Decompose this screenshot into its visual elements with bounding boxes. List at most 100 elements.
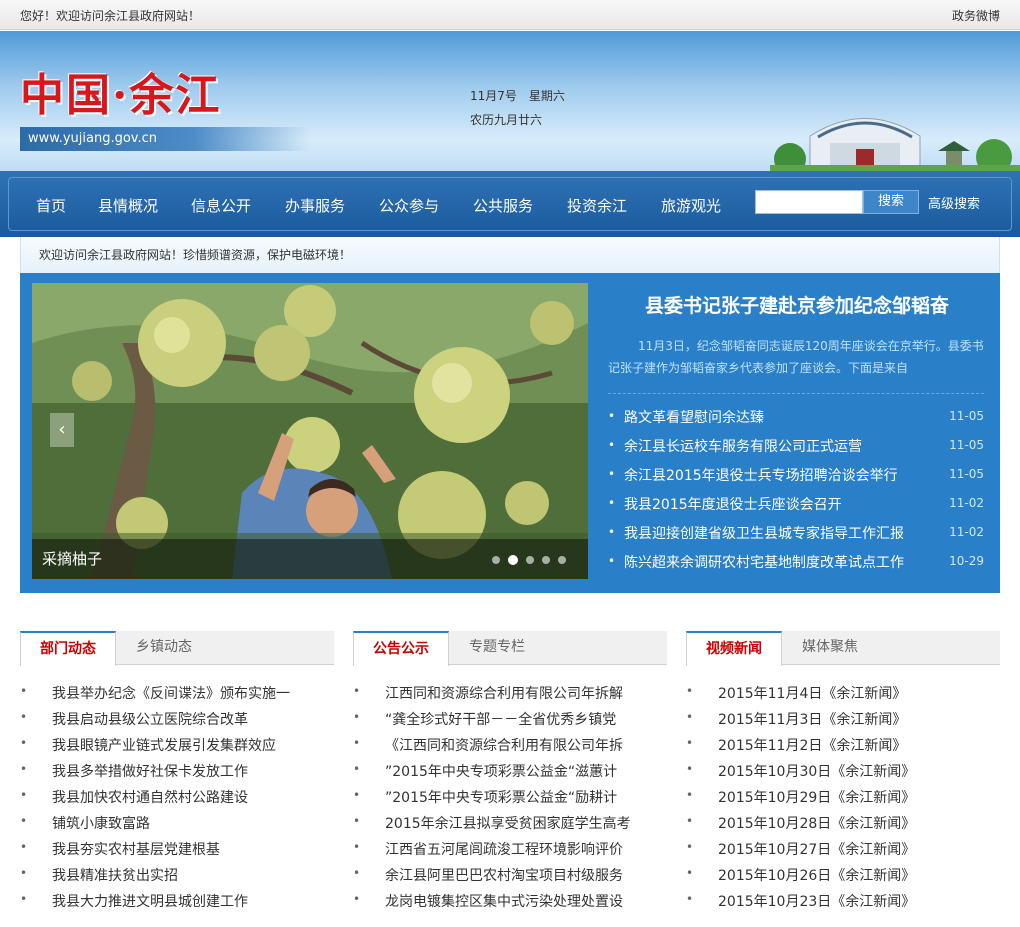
- list-item[interactable]: • ”2015年中央专项彩票公益金“滋蕙计: [353, 757, 667, 783]
- news-title[interactable]: 我县2015年度退役士兵座谈会召开: [624, 494, 842, 514]
- nav-item-home[interactable]: 首页: [36, 195, 66, 216]
- news-title[interactable]: 余江县长运校车服务有限公司正式运营: [624, 436, 862, 456]
- list-item-title[interactable]: 2015年11月3日《余江新闻》: [718, 709, 1000, 729]
- list-item-title[interactable]: 2015年10月26日《余江新闻》: [718, 865, 1000, 885]
- bullet-icon: •: [20, 840, 28, 854]
- welcome-text: 您好！欢迎访问余江县政府网站！: [20, 9, 201, 23]
- list-item-title[interactable]: 余江县阿里巴巴农村淘宝项目村级服务: [385, 865, 667, 885]
- list-item-title[interactable]: 我县夯实农村基层党建根基: [52, 839, 334, 859]
- list-item-title[interactable]: 2015年10月23日《余江新闻》: [718, 891, 1000, 911]
- list-item[interactable]: • 江西同和资源综合利用有限公司年拆解: [353, 679, 667, 705]
- list-item-title[interactable]: 我县举办纪念《反间谍法》颁布实施一: [52, 683, 334, 703]
- list-item-title[interactable]: 龙岗电镀集控区集中式污染处理处置设: [385, 891, 667, 911]
- list-item[interactable]: • “龚全珍式好干部－－全省优秀乡镇党: [353, 705, 667, 731]
- list-item-title[interactable]: ”2015年中央专项彩票公益金“励耕计: [385, 787, 667, 807]
- list-item-title[interactable]: 江西同和资源综合利用有限公司年拆解: [385, 683, 667, 703]
- list-item[interactable]: • 我县举办纪念《反间谍法》颁布实施一: [20, 679, 334, 705]
- list-item-title[interactable]: 2015年10月28日《余江新闻》: [718, 813, 1000, 833]
- slide-dot[interactable]: [542, 556, 550, 564]
- list-item[interactable]: • 我县精准扶贫出实招: [20, 861, 334, 887]
- list-item[interactable]: • 我县加快农村通自然村公路建设: [20, 783, 334, 809]
- list-item[interactable]: • 2015年11月2日《余江新闻》: [686, 731, 1000, 757]
- news-list-item[interactable]: • 余江县长运校车服务有限公司正式运营 11-05: [608, 432, 984, 461]
- list-item-title[interactable]: 2015年10月29日《余江新闻》: [718, 787, 1000, 807]
- list-item[interactable]: • ”2015年中央专项彩票公益金“励耕计: [353, 783, 667, 809]
- weibo-link[interactable]: 政务微博: [952, 7, 1000, 24]
- list-item[interactable]: • 我县多举措做好社保卡发放工作: [20, 757, 334, 783]
- list-item-title[interactable]: 我县启动县级公立医院综合改革: [52, 709, 334, 729]
- search-button[interactable]: 搜索: [863, 190, 919, 214]
- list-item-title[interactable]: 《江西同和资源综合利用有限公司年拆: [385, 735, 667, 755]
- column-announcements: 公告公示 专题专栏 • 江西同和资源综合利用有限公司年拆解 • “龚全珍式好干部－－全…: [353, 631, 667, 921]
- tab-township-news[interactable]: 乡镇动态: [116, 631, 212, 665]
- list-item[interactable]: • 我县眼镜产业链式发展引发集群效应: [20, 731, 334, 757]
- nav-item-participation[interactable]: 公众参与: [379, 195, 439, 216]
- tab-media-focus[interactable]: 媒体聚焦: [782, 631, 878, 665]
- list-item[interactable]: • 江西省五河尾闾疏浚工程环境影响评价: [353, 835, 667, 861]
- tab-announcements[interactable]: 公告公示: [353, 631, 449, 666]
- list-item-title[interactable]: ”2015年中央专项彩票公益金“滋蕙计: [385, 761, 667, 781]
- list-item[interactable]: • 我县启动县级公立医院综合改革: [20, 705, 334, 731]
- list-item-title[interactable]: 2015年余江县拟享受贫困家庭学生高考: [385, 813, 667, 833]
- nav-item-public-services[interactable]: 公共服务: [473, 195, 533, 216]
- news-list-item[interactable]: • 余江县2015年退役士兵专场招聘洽谈会举行 11-05: [608, 461, 984, 490]
- list-item-title[interactable]: 我县眼镜产业链式发展引发集群效应: [52, 735, 334, 755]
- bullet-icon: •: [353, 840, 361, 854]
- slide-dot[interactable]: [508, 555, 518, 565]
- advanced-search-link[interactable]: 高级搜索: [928, 193, 980, 212]
- list-item-title[interactable]: 江西省五河尾闾疏浚工程环境影响评价: [385, 839, 667, 859]
- list-item[interactable]: • 余江县阿里巴巴农村淘宝项目村级服务: [353, 861, 667, 887]
- list-item-title[interactable]: 2015年11月2日《余江新闻》: [718, 735, 1000, 755]
- list-item-title[interactable]: 2015年11月4日《余江新闻》: [718, 683, 1000, 703]
- news-list-item[interactable]: • 我县迎接创建省级卫生县城专家指导工作汇报 11-02: [608, 519, 984, 548]
- list-item[interactable]: • 2015年10月30日《余江新闻》: [686, 757, 1000, 783]
- list-item[interactable]: • 2015年11月3日《余江新闻》: [686, 705, 1000, 731]
- list-item[interactable]: • 我县夯实农村基层党建根基: [20, 835, 334, 861]
- bullet-icon: •: [353, 892, 361, 906]
- nav-item-tourism[interactable]: 旅游观光: [661, 195, 721, 216]
- list-item-title[interactable]: 2015年10月27日《余江新闻》: [718, 839, 1000, 859]
- nav-item-invest[interactable]: 投资余江: [567, 195, 627, 216]
- list-item[interactable]: • 我县大力推进文明县城创建工作: [20, 887, 334, 913]
- list-item[interactable]: • 龙岗电镀集控区集中式污染处理处置设: [353, 887, 667, 913]
- news-title[interactable]: 陈兴超来余调研农村宅基地制度改革试点工作: [624, 552, 904, 572]
- news-list-item[interactable]: • 路文革看望慰问余达臻 11-05: [608, 403, 984, 432]
- news-list-item[interactable]: • 陈兴超来余调研农村宅基地制度改革试点工作 10-29: [608, 548, 984, 577]
- slide-dot[interactable]: [558, 556, 566, 564]
- news-list-item[interactable]: • 我县2015年度退役士兵座谈会召开 11-02: [608, 490, 984, 519]
- featured-headline[interactable]: 县委书记张子建赴京参加纪念邹韬奋: [622, 291, 972, 318]
- list-item-title[interactable]: 铺筑小康致富路: [52, 813, 334, 833]
- search-input[interactable]: [755, 190, 863, 214]
- bullet-icon: •: [686, 762, 694, 776]
- site-logo[interactable]: 中国·余江: [20, 59, 221, 123]
- slide-dot[interactable]: [492, 556, 500, 564]
- list-item-title[interactable]: 我县精准扶贫出实招: [52, 865, 334, 885]
- list-item[interactable]: • 《江西同和资源综合利用有限公司年拆: [353, 731, 667, 757]
- list-item[interactable]: • 2015年10月23日《余江新闻》: [686, 887, 1000, 913]
- chevron-left-icon[interactable]: ‹: [50, 413, 74, 447]
- bullet-icon: •: [353, 866, 361, 880]
- nav-item-services[interactable]: 办事服务: [285, 195, 345, 216]
- list-item[interactable]: • 铺筑小康致富路: [20, 809, 334, 835]
- list-item-title[interactable]: 我县大力推进文明县城创建工作: [52, 891, 334, 911]
- tab-department-news[interactable]: 部门动态: [20, 631, 116, 666]
- nav-item-overview[interactable]: 县情概况: [98, 195, 158, 216]
- news-title[interactable]: 余江县2015年退役士兵专场招聘洽谈会举行: [624, 465, 898, 485]
- list-item[interactable]: • 2015年11月4日《余江新闻》: [686, 679, 1000, 705]
- featured-slide[interactable]: 采摘柚子 ‹: [32, 283, 588, 579]
- list-item[interactable]: • 2015年10月29日《余江新闻》: [686, 783, 1000, 809]
- list-item-title[interactable]: 我县加快农村通自然村公路建设: [52, 787, 334, 807]
- list-item[interactable]: • 2015年余江县拟享受贫困家庭学生高考: [353, 809, 667, 835]
- tab-video-news[interactable]: 视频新闻: [686, 631, 782, 666]
- list-item[interactable]: • 2015年10月28日《余江新闻》: [686, 809, 1000, 835]
- tab-special-topics[interactable]: 专题专栏: [449, 631, 545, 665]
- list-item-title[interactable]: 我县多举措做好社保卡发放工作: [52, 761, 334, 781]
- list-item-title[interactable]: 2015年10月30日《余江新闻》: [718, 761, 1000, 781]
- slide-dot[interactable]: [526, 556, 534, 564]
- list-item-title[interactable]: “龚全珍式好干部－－全省优秀乡镇党: [385, 709, 667, 729]
- news-title[interactable]: 我县迎接创建省级卫生县城专家指导工作汇报: [624, 523, 904, 543]
- list-item[interactable]: • 2015年10月27日《余江新闻》: [686, 835, 1000, 861]
- news-title[interactable]: 路文革看望慰问余达臻: [624, 407, 764, 427]
- list-item[interactable]: • 2015年10月26日《余江新闻》: [686, 861, 1000, 887]
- nav-item-info[interactable]: 信息公开: [191, 195, 251, 216]
